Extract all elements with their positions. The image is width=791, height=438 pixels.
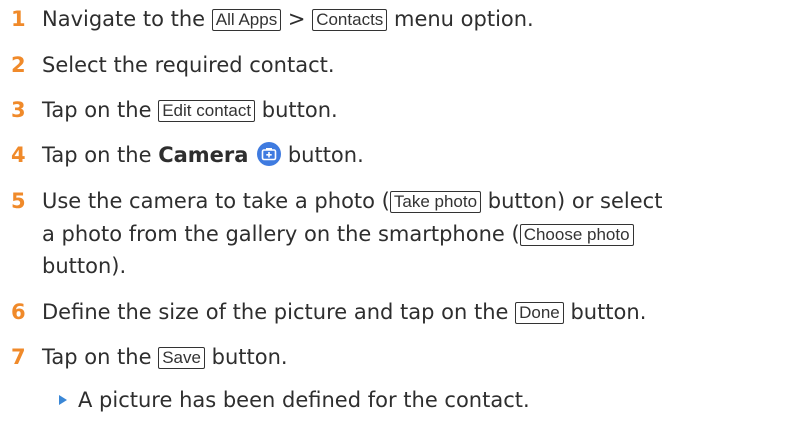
save-label: Save — [158, 347, 205, 369]
done-label: Done — [515, 302, 564, 324]
step-number: 4 — [11, 143, 26, 167]
contacts-label: Contacts — [312, 9, 388, 31]
step-number: 7 — [11, 345, 26, 369]
step-text: menu option. — [393, 7, 534, 31]
step-1: 1 Navigate to the All Apps > Contacts me… — [0, 4, 791, 34]
step-text: button) or select — [487, 189, 663, 213]
step-7: 7 Tap on the Save button. — [0, 342, 791, 372]
step-5: 5 Use the camera to take a photo (Take p… — [0, 186, 791, 216]
step-text: Select the required contact. — [42, 53, 335, 77]
step-text: button. — [211, 345, 288, 369]
step-number: 5 — [11, 189, 26, 213]
step-text: Use the camera to take a photo ( — [42, 189, 390, 213]
step-4: 4 Tap on the Camera button. — [0, 140, 791, 170]
take-photo-label: Take photo — [389, 191, 482, 213]
step-number: 1 — [11, 7, 26, 31]
step-text: Tap on the — [42, 143, 152, 167]
step-text: Tap on the — [42, 345, 152, 369]
step-text: Define the size of the picture and tap o… — [42, 300, 509, 324]
step-text: Navigate to the — [42, 7, 206, 31]
step-5-line-2: a photo from the gallery on the smartpho… — [0, 219, 791, 249]
step-text: button). — [42, 254, 127, 278]
step-2: 2 Select the required contact. — [0, 50, 791, 80]
result-line: A picture has been defined for the conta… — [0, 385, 791, 415]
step-text: button. — [570, 300, 647, 324]
step-number: 3 — [11, 98, 26, 122]
step-6: 6 Define the size of the picture and tap… — [0, 297, 791, 327]
step-number: 2 — [11, 53, 26, 77]
step-text: button. — [261, 98, 338, 122]
choose-photo-label: Choose photo — [519, 224, 634, 246]
step-number: 6 — [11, 300, 26, 324]
step-text: a photo from the gallery on the smartpho… — [42, 222, 520, 246]
step-3: 3 Tap on the Edit contact button. — [0, 95, 791, 125]
all-apps-label: All Apps — [211, 9, 282, 31]
step-text: Tap on the — [42, 98, 152, 122]
step-text: button. — [287, 143, 364, 167]
camera-plus-icon — [257, 142, 282, 166]
edit-contact-label: Edit contact — [158, 100, 256, 122]
camera-label: Camera — [158, 143, 249, 167]
step-text: > — [287, 7, 306, 31]
result-text: A picture has been defined for the conta… — [78, 388, 530, 412]
result-arrow-icon — [59, 395, 67, 405]
step-5-line-3: button). — [0, 251, 791, 281]
